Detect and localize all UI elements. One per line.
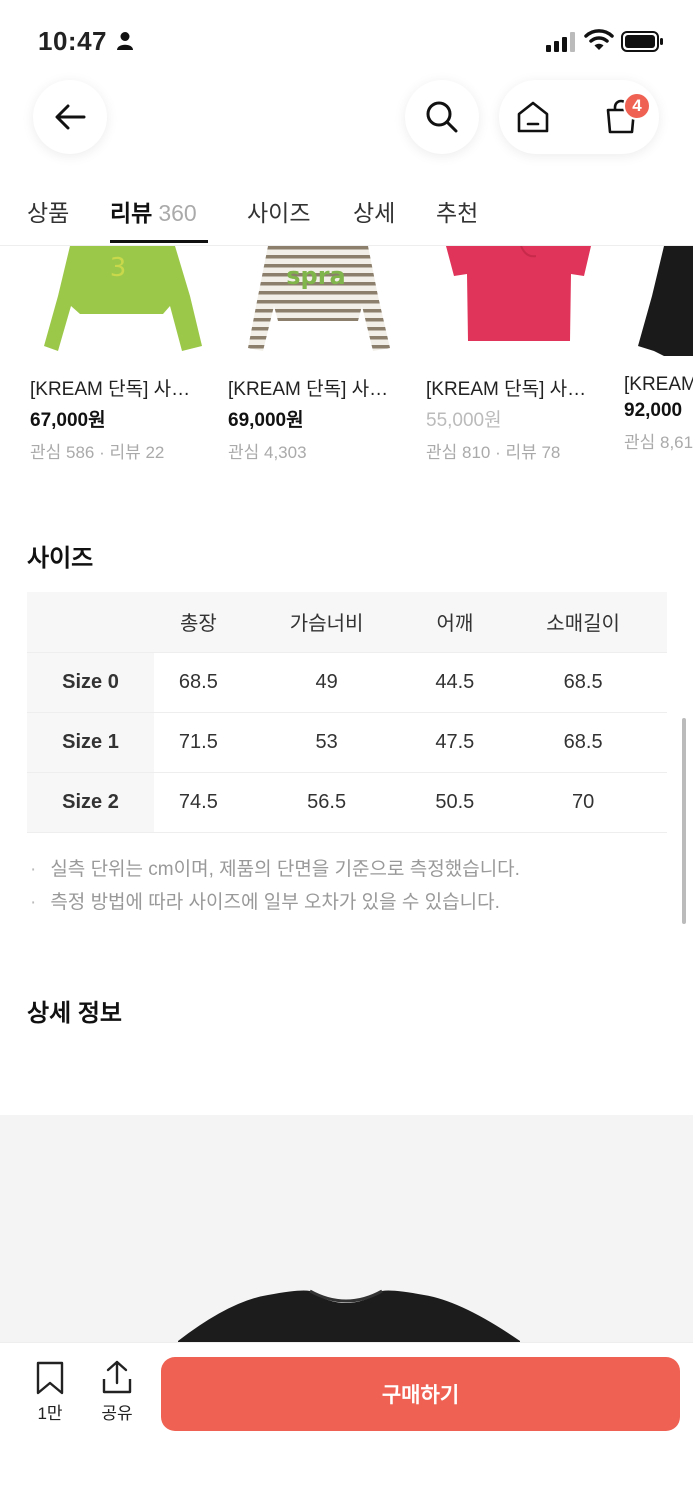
- red-tshirt-image: [446, 246, 591, 341]
- share-button[interactable]: 공유: [96, 1359, 138, 1424]
- product-price: 69,000원: [228, 410, 304, 431]
- size-note: 실측 단위는 cm이며, 제품의 단면을 기준으로 측정했습니다.: [30, 853, 520, 886]
- share-label: 공유: [101, 1404, 133, 1423]
- row-label: Size 2: [27, 772, 154, 833]
- black-tshirt-image: [178, 1289, 520, 1355]
- buy-button[interactable]: 구매하기: [161, 1357, 680, 1431]
- size-note: 측정 방법에 따라 사이즈에 일부 오차가 있을 수 있습니다.: [30, 886, 520, 919]
- tab-review-label: 리뷰: [110, 200, 153, 226]
- person-icon: [117, 32, 133, 50]
- tab-detail[interactable]: 상세: [353, 194, 395, 228]
- table-cell: 68.5: [154, 652, 243, 713]
- black-top-image: [638, 246, 693, 356]
- sweater-image: 3: [44, 246, 202, 351]
- table-row: Size 1 71.5 53 47.5 68.5: [27, 712, 667, 773]
- column-header: 어깨: [410, 592, 500, 653]
- product-card[interactable]: [KREAM 단독] 사… 55,000원 관심 810 · 리뷰 78: [426, 246, 601, 463]
- share-icon: [102, 1360, 132, 1394]
- product-name: [KREAM 단독] 사…: [228, 379, 389, 400]
- table-row: Size 2 74.5 56.5 50.5 70: [27, 772, 667, 833]
- product-price: 55,000원: [426, 410, 502, 431]
- tab-review[interactable]: 리뷰 360: [110, 194, 197, 228]
- tab-recommend[interactable]: 추천: [436, 194, 478, 228]
- home-cart-group: 4: [499, 80, 659, 154]
- search-icon: [426, 101, 458, 133]
- cellular-signal-icon: [546, 32, 575, 52]
- product-name: [KREAM 단독] 사…: [426, 379, 587, 400]
- save-button[interactable]: 1만: [30, 1361, 70, 1424]
- size-notes: 실측 단위는 cm이며, 제품의 단면을 기준으로 측정했습니다. 측정 방법에…: [30, 853, 520, 919]
- column-header: 소매길이: [499, 592, 667, 653]
- size-section-title: 사이즈: [27, 545, 94, 572]
- table-row: Size 0 68.5 49 44.5 68.5: [27, 652, 667, 713]
- product-name: [KREAM 단독] 사…: [30, 379, 191, 400]
- cart-count-badge: 4: [623, 92, 651, 120]
- product-image: 3: [30, 246, 205, 356]
- active-tab-indicator: [110, 240, 208, 243]
- product-image: [624, 246, 693, 356]
- table-cell: 74.5: [154, 772, 243, 833]
- bookmark-icon: [36, 1361, 64, 1395]
- detail-image: [0, 1115, 693, 1355]
- row-label: Size 1: [27, 712, 154, 773]
- column-header: 가슴너비: [242, 592, 411, 653]
- product-price: 67,000원: [30, 410, 106, 431]
- table-cell: 50.5: [410, 772, 500, 833]
- size-table-corner: [27, 592, 154, 653]
- size-table-header: 총장 가슴너비 어깨 소매길이: [27, 592, 667, 653]
- bottom-action-bar: 1만 공유 구매하기: [0, 1342, 693, 1500]
- arrow-left-icon: [55, 104, 86, 130]
- back-button[interactable]: [33, 80, 107, 154]
- product-meta: 관심 4,303: [228, 443, 307, 462]
- tab-size[interactable]: 사이즈: [247, 194, 310, 228]
- table-cell: 68.5: [499, 652, 667, 713]
- product-image: [426, 246, 601, 356]
- table-cell: 68.5: [499, 712, 667, 773]
- table-cell: 49: [242, 652, 411, 713]
- table-cell: 53: [242, 712, 411, 773]
- product-price: 92,000: [624, 400, 683, 421]
- wifi-icon: [584, 29, 614, 50]
- tab-review-count: 360: [158, 200, 197, 226]
- battery-icon: [621, 31, 663, 52]
- product-meta: 관심 586 · 리뷰 22: [30, 443, 165, 462]
- table-cell: 71.5: [154, 712, 243, 773]
- product-card[interactable]: [KREAM 92,000 관심 8,61: [624, 246, 693, 453]
- recommended-products: 3 [KREAM 단독] 사… 67,000원 관심 586 · 리뷰 22 s…: [0, 246, 693, 466]
- detail-section-title: 상세 정보: [27, 1000, 122, 1027]
- size-table: 총장 가슴너비 어깨 소매길이 Size 0 68.5 49 44.5 68.5…: [27, 592, 667, 833]
- product-meta: 관심 8,61: [624, 433, 693, 452]
- product-card[interactable]: spra [KREAM 단독] 사… 69,000원 관심 4,303: [228, 246, 403, 463]
- scrollbar[interactable]: [682, 718, 686, 924]
- product-image: spra: [228, 246, 403, 356]
- table-cell: 70: [499, 772, 667, 833]
- save-count: 1만: [37, 1404, 63, 1423]
- product-meta: 관심 810 · 리뷰 78: [426, 443, 561, 462]
- table-cell: 44.5: [410, 652, 500, 713]
- home-icon[interactable]: [515, 99, 551, 135]
- table-cell: 47.5: [410, 712, 500, 773]
- status-bar: 10:47: [0, 0, 693, 80]
- section-tabs: 상품 리뷰 360 사이즈 상세 추천: [0, 186, 693, 246]
- product-name: [KREAM: [624, 374, 693, 395]
- product-card[interactable]: 3 [KREAM 단독] 사… 67,000원 관심 586 · 리뷰 22: [30, 246, 205, 463]
- svg-text:spra: spra: [286, 262, 346, 290]
- tab-product[interactable]: 상품: [27, 194, 69, 228]
- search-button[interactable]: [405, 80, 479, 154]
- svg-text:3: 3: [110, 253, 127, 283]
- table-cell: 56.5: [242, 772, 411, 833]
- row-label: Size 0: [27, 652, 154, 713]
- striped-top-image: spra: [248, 246, 390, 351]
- status-time: 10:47: [38, 26, 107, 56]
- column-header: 총장: [154, 592, 243, 653]
